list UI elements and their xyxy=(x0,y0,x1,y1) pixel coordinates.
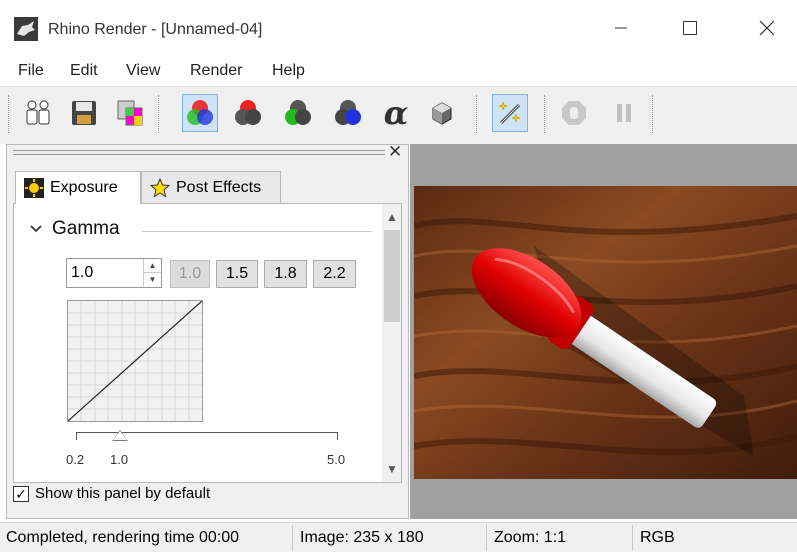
gamma-section-title: Gamma xyxy=(52,218,120,239)
tab-post-effects[interactable]: Post Effects xyxy=(141,171,281,203)
exposure-tab-page: Gamma 1.0 ▲ ▼ 1.0 1.5 1.8 2.2 0.2 1.0 5.… xyxy=(13,203,402,483)
maximize-icon xyxy=(683,21,697,35)
rendered-screwdriver-scene xyxy=(414,186,797,479)
status-image-size: Image: 235 x 180 xyxy=(300,529,424,546)
pause-render-icon xyxy=(617,104,631,122)
gamma-preset-button[interactable]: 1.8 xyxy=(264,260,307,288)
panel-scrollbar[interactable]: ▲ ▼ xyxy=(382,204,401,482)
gamma-preset-button[interactable]: 1.5 xyxy=(216,260,258,288)
panel-close-icon[interactable]: ✕ xyxy=(388,142,402,162)
status-divider xyxy=(632,525,633,551)
title-bar: Rhino Render - [Unnamed-04] xyxy=(0,0,797,58)
menu-view[interactable]: View xyxy=(126,62,160,80)
maximize-button[interactable] xyxy=(667,12,713,44)
rgb-channels-icon xyxy=(187,100,213,125)
gamma-value-text: 1.0 xyxy=(71,264,94,281)
spin-down-icon[interactable]: ▼ xyxy=(144,273,161,287)
stop-render-button[interactable] xyxy=(556,94,592,132)
status-message: Completed, rendering time 00:00 xyxy=(6,529,240,546)
status-bar: Completed, rendering time 00:00 Image: 2… xyxy=(0,522,797,552)
blue-channel-button[interactable] xyxy=(330,94,366,132)
status-divider xyxy=(292,525,293,551)
stop-render-icon xyxy=(562,101,586,125)
window-title: Rhino Render - [Unnamed-04] xyxy=(48,21,263,38)
show-panel-option[interactable]: ✓ Show this panel by default xyxy=(13,485,210,502)
post-effects-wand-icon xyxy=(498,101,521,125)
gamma-slider-thumb[interactable] xyxy=(112,430,128,441)
material-sphere-icon xyxy=(432,102,452,125)
scroll-thumb[interactable] xyxy=(384,230,400,322)
red-channel-button[interactable] xyxy=(230,94,266,132)
blue-channel-icon xyxy=(335,100,361,125)
pause-render-button[interactable] xyxy=(606,94,642,132)
render-viewport[interactable] xyxy=(410,144,797,519)
menu-file[interactable]: File xyxy=(18,62,44,80)
green-channel-button[interactable] xyxy=(280,94,316,132)
alpha-channel-icon: α xyxy=(383,94,409,132)
panel-grip[interactable] xyxy=(13,150,385,155)
toolbar-separator xyxy=(544,95,545,133)
section-divider xyxy=(142,231,372,232)
copy-to-clipboard-button[interactable] xyxy=(112,94,148,132)
gamma-section-header[interactable]: Gamma xyxy=(30,218,120,240)
status-divider xyxy=(486,525,487,551)
close-icon xyxy=(759,20,775,36)
tab-post-effects-label: Post Effects xyxy=(176,178,262,196)
clone-icon xyxy=(26,100,50,125)
alpha-channel-button[interactable]: α xyxy=(378,94,414,132)
minimize-icon xyxy=(615,27,627,29)
show-panel-label: Show this panel by default xyxy=(35,485,211,502)
toolbar-separator xyxy=(158,95,159,133)
menu-edit[interactable]: Edit xyxy=(70,62,98,80)
rhino-app-icon xyxy=(14,17,38,41)
gamma-spinner[interactable]: ▲ ▼ xyxy=(143,259,161,287)
close-button[interactable] xyxy=(744,12,790,44)
toolbar: α xyxy=(0,86,797,144)
rendered-image xyxy=(414,186,797,479)
save-button[interactable] xyxy=(66,94,102,132)
star-icon xyxy=(150,177,170,198)
menu-help[interactable]: Help xyxy=(272,62,305,80)
gamma-preset-button[interactable]: 2.2 xyxy=(313,260,356,288)
scroll-up-icon[interactable]: ▲ xyxy=(386,210,398,224)
gamma-curve xyxy=(67,300,203,422)
slider-max-label: 5.0 xyxy=(327,452,346,467)
clone-button[interactable] xyxy=(20,94,56,132)
save-icon xyxy=(72,101,96,125)
rgb-channels-button[interactable] xyxy=(182,94,218,132)
exposure-panel: ✕ Exposure Post Effects Gamma 1.0 ▲ ▼ 1.… xyxy=(6,142,409,519)
status-channel: RGB xyxy=(640,529,675,546)
gamma-value-input[interactable]: 1.0 ▲ ▼ xyxy=(66,258,162,288)
menu-bar: File Edit View Render Help xyxy=(0,58,797,86)
slider-current-label: 1.0 xyxy=(110,452,129,467)
chevron-down-icon xyxy=(30,225,42,233)
scroll-down-icon[interactable]: ▼ xyxy=(386,462,398,476)
toolbar-separator xyxy=(652,95,653,133)
status-zoom: Zoom: 1:1 xyxy=(494,529,567,546)
toolbar-separator xyxy=(476,95,477,133)
copy-to-clipboard-icon xyxy=(117,100,143,126)
menu-render[interactable]: Render xyxy=(190,62,242,80)
gamma-preset-button[interactable]: 1.0 xyxy=(170,260,210,288)
post-effects-button[interactable] xyxy=(492,94,528,132)
toolbar-grip xyxy=(8,95,9,133)
show-panel-checkbox[interactable]: ✓ xyxy=(13,485,29,502)
gamma-curve-graph xyxy=(67,300,203,422)
material-sphere-button[interactable] xyxy=(424,94,460,132)
spin-up-icon[interactable]: ▲ xyxy=(144,259,161,273)
minimize-button[interactable] xyxy=(598,12,644,44)
green-channel-icon xyxy=(285,100,311,125)
slider-min-label: 0.2 xyxy=(66,452,85,467)
exposure-icon xyxy=(24,178,44,198)
tab-exposure[interactable]: Exposure xyxy=(15,171,141,204)
tab-exposure-label: Exposure xyxy=(50,179,118,196)
red-channel-icon xyxy=(235,100,261,125)
